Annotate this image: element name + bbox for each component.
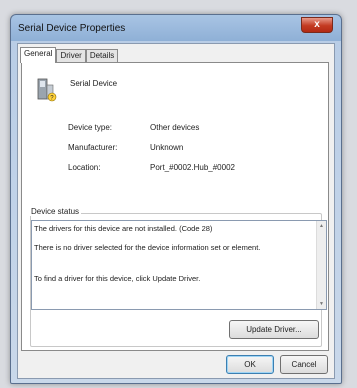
update-driver-button[interactable]: Update Driver... <box>229 320 319 339</box>
status-line: To find a driver for this device, click … <box>34 274 201 283</box>
tab-details[interactable]: Details <box>85 49 119 62</box>
dialog-window: Serial Device Properties x General Drive… <box>10 14 342 384</box>
ok-button[interactable]: OK <box>226 355 274 374</box>
tab-general[interactable]: General <box>20 47 57 63</box>
location-label: Location: <box>68 163 101 172</box>
tab-bar: General Driver Details <box>20 47 119 63</box>
scroll-up-icon[interactable]: ▲ <box>319 223 324 229</box>
scroll-down-icon[interactable]: ▼ <box>319 301 324 307</box>
location-value: Port_#0002.Hub_#0002 <box>150 163 235 172</box>
device-status-textbox[interactable]: The drivers for this device are not inst… <box>31 220 327 310</box>
manufacturer-value: Unknown <box>150 143 184 152</box>
tab-driver[interactable]: Driver <box>56 49 86 62</box>
general-tab-panel: ? Serial Device Device type: Other devic… <box>21 62 329 351</box>
device-status-group: Device status The drivers for this devic… <box>29 207 327 347</box>
cancel-button[interactable]: Cancel <box>280 355 328 374</box>
device-status-label: Device status <box>29 207 82 216</box>
status-line: There is no driver selected for the devi… <box>34 243 261 252</box>
dialog-client-area: General Driver Details ? Serial Device D… <box>17 43 335 379</box>
window-title: Serial Device Properties <box>18 23 126 34</box>
status-line: The drivers for this device are not inst… <box>34 224 213 233</box>
device-type-value: Other devices <box>150 123 200 132</box>
status-scrollbar[interactable]: ▲ ▼ <box>316 221 326 309</box>
device-type-label: Device type: <box>68 123 113 132</box>
close-button[interactable]: x <box>301 17 333 33</box>
serial-device-icon: ? <box>37 78 57 101</box>
device-name: Serial Device <box>70 79 118 88</box>
manufacturer-label: Manufacturer: <box>68 143 118 152</box>
